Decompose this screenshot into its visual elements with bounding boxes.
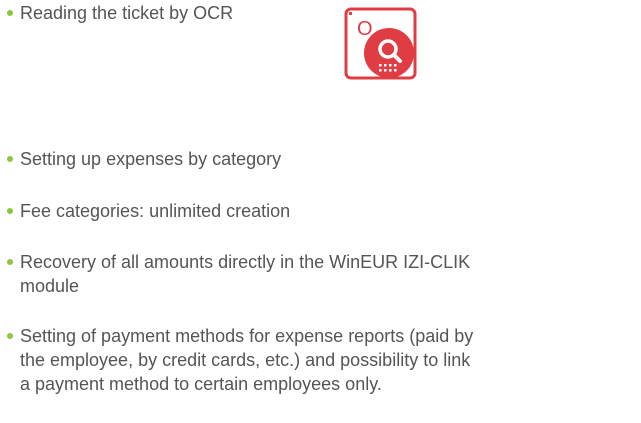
- bullet-dot: [7, 10, 13, 16]
- feature-text: Recovery of all amounts directly in the …: [20, 252, 471, 296]
- feature-item-fee-categories: Fee categories: unlimited creation: [7, 199, 637, 223]
- bullet-dot: [7, 208, 13, 214]
- feature-text: Setting of payment methods for expense r…: [20, 326, 474, 394]
- feature-text: Fee categories: unlimited creation: [20, 201, 291, 221]
- ocr-search-icon: O: [344, 7, 417, 80]
- feature-item-expenses-category: Setting up expenses by category: [7, 147, 637, 171]
- bullet-dot: [7, 156, 13, 162]
- feature-item-ocr: Reading the ticket by OCR: [7, 1, 637, 25]
- feature-item-recovery: Recovery of all amounts directly in the …: [7, 250, 637, 298]
- icon-corner-mark: [349, 12, 352, 15]
- bullet-dot: [7, 259, 13, 265]
- feature-text: Reading the ticket by OCR: [20, 3, 234, 23]
- feature-item-payment-methods: Setting of payment methods for expense r…: [7, 324, 637, 396]
- bullet-dot: [7, 333, 13, 339]
- feature-text: Setting up expenses by category: [20, 149, 282, 169]
